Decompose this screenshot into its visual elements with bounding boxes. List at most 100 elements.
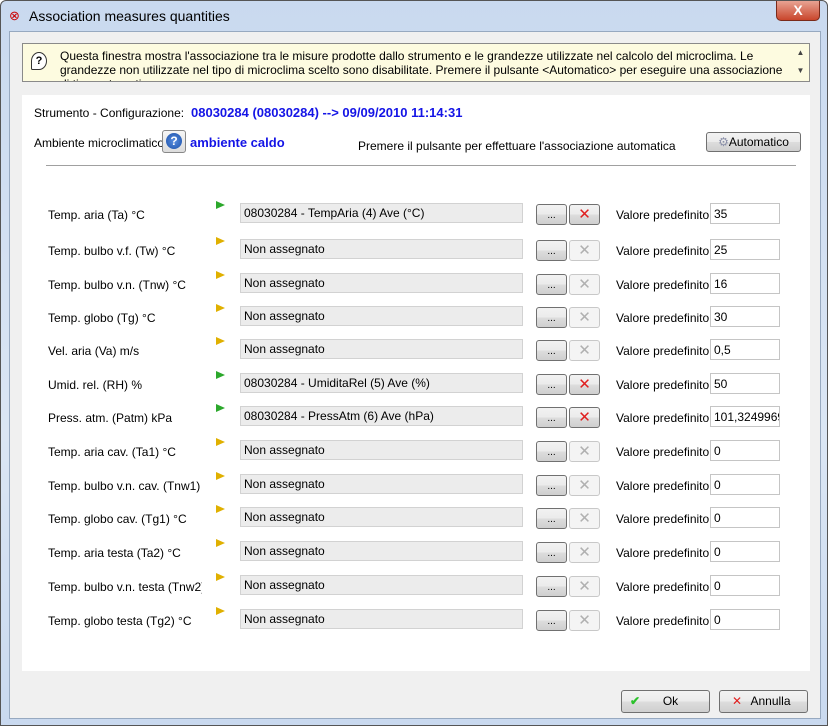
default-value-label: Valore predefinito: bbox=[616, 378, 713, 392]
green-flag-icon bbox=[216, 371, 225, 379]
remove-association-button: ✕ bbox=[569, 340, 600, 361]
quantity-row: Vel. aria (Va) m/s Non assegnato ... ✕ V… bbox=[22, 337, 810, 361]
quantity-label: Temp. globo cav. (Tg1) °C bbox=[48, 512, 187, 526]
app-icon: ⊗ bbox=[9, 8, 20, 23]
default-value-input[interactable]: 35 bbox=[710, 203, 780, 224]
remove-association-button[interactable]: ✕ bbox=[569, 204, 600, 225]
default-value-label: Valore predefinito: bbox=[616, 546, 713, 560]
remove-association-button: ✕ bbox=[569, 307, 600, 328]
quantity-row: Temp. aria cav. (Ta1) °C Non assegnato .… bbox=[22, 438, 810, 462]
browse-measure-button[interactable]: ... bbox=[536, 610, 567, 631]
remove-association-button: ✕ bbox=[569, 576, 600, 597]
default-value-input[interactable]: 16 bbox=[710, 273, 780, 294]
measure-field: 08030284 - UmiditaRel (5) Ave (%) bbox=[240, 373, 523, 393]
dialog-client: ? Questa finestra mostra l'associazione … bbox=[9, 31, 821, 719]
browse-measure-button[interactable]: ... bbox=[536, 374, 567, 395]
measure-field: Non assegnato bbox=[240, 507, 523, 527]
quantity-label: Temp. globo (Tg) °C bbox=[48, 311, 156, 325]
measure-field: 08030284 - PressAtm (6) Ave (hPa) bbox=[240, 406, 523, 426]
browse-measure-button[interactable]: ... bbox=[536, 407, 567, 428]
green-flag-icon bbox=[216, 404, 225, 412]
help-bubble-icon: ? bbox=[31, 52, 47, 70]
quantity-row: Temp. bulbo v.n. testa (Tnw2) °C Non ass… bbox=[22, 573, 810, 597]
question-icon: ? bbox=[166, 133, 182, 149]
remove-association-button: ✕ bbox=[569, 610, 600, 631]
ambient-value: ambiente caldo bbox=[190, 135, 285, 150]
browse-measure-button[interactable]: ... bbox=[536, 307, 567, 328]
info-text: Questa finestra mostra l'associazione tr… bbox=[60, 49, 783, 81]
default-value-label: Valore predefinito: bbox=[616, 244, 713, 258]
browse-measure-button[interactable]: ... bbox=[536, 274, 567, 295]
default-value-input[interactable]: 0 bbox=[710, 440, 780, 461]
default-value-input[interactable]: 25 bbox=[710, 239, 780, 260]
measure-field: Non assegnato bbox=[240, 541, 523, 561]
default-value-input[interactable]: 0 bbox=[710, 541, 780, 562]
remove-association-button[interactable]: ✕ bbox=[569, 407, 600, 428]
quantity-label: Temp. bulbo v.f. (Tw) °C bbox=[48, 244, 176, 258]
default-value-input[interactable]: 0 bbox=[710, 474, 780, 495]
default-value-label: Valore predefinito: bbox=[616, 479, 713, 493]
default-value-label: Valore predefinito: bbox=[616, 614, 713, 628]
quantity-row: Temp. globo cav. (Tg1) °C Non assegnato … bbox=[22, 505, 810, 529]
default-value-input[interactable]: 0 bbox=[710, 507, 780, 528]
default-value-label: Valore predefinito: bbox=[616, 344, 713, 358]
association-panel: Strumento - Configurazione: 08030284 (08… bbox=[22, 95, 810, 671]
quantity-row: Temp. globo testa (Tg2) °C Non assegnato… bbox=[22, 607, 810, 631]
ambient-help-button[interactable]: ? bbox=[162, 130, 186, 153]
default-value-input[interactable]: 0 bbox=[710, 609, 780, 630]
browse-measure-button[interactable]: ... bbox=[536, 441, 567, 462]
info-box: ? Questa finestra mostra l'associazione … bbox=[22, 43, 810, 82]
quantity-row: Temp. globo (Tg) °C Non assegnato ... ✕ … bbox=[22, 304, 810, 328]
yellow-flag-icon bbox=[216, 271, 225, 279]
quantity-label: Temp. aria (Ta) °C bbox=[48, 208, 145, 222]
default-value-input[interactable]: 0 bbox=[710, 575, 780, 596]
remove-association-button: ✕ bbox=[569, 475, 600, 496]
yellow-flag-icon bbox=[216, 337, 225, 345]
browse-measure-button[interactable]: ... bbox=[536, 542, 567, 563]
yellow-flag-icon bbox=[216, 472, 225, 480]
automatico-button[interactable]: ⚙Automatico bbox=[706, 132, 801, 152]
yellow-flag-icon bbox=[216, 237, 225, 245]
config-value: 08030284 (08030284) --> 09/09/2010 11:14… bbox=[191, 105, 463, 120]
info-scrollbar[interactable]: ▲ ▼ bbox=[792, 44, 809, 81]
yellow-flag-icon bbox=[216, 505, 225, 513]
measure-field: Non assegnato bbox=[240, 239, 523, 259]
quantity-label: Umid. rel. (RH) % bbox=[48, 378, 143, 392]
checkmark-icon: ✔ bbox=[630, 694, 641, 708]
default-value-label: Valore predefinito: bbox=[616, 445, 713, 459]
default-value-label: Valore predefinito: bbox=[616, 208, 713, 222]
browse-measure-button[interactable]: ... bbox=[536, 576, 567, 597]
quantity-label: Temp. globo testa (Tg2) °C bbox=[48, 614, 192, 628]
quantity-label: Temp. bulbo v.n. testa (Tnw2) °C bbox=[48, 580, 202, 594]
browse-measure-button[interactable]: ... bbox=[536, 240, 567, 261]
cancel-button[interactable]: ✕ Annulla bbox=[719, 690, 808, 713]
window-title: Association measures quantities bbox=[29, 8, 230, 24]
green-flag-icon bbox=[216, 201, 225, 209]
browse-measure-button[interactable]: ... bbox=[536, 204, 567, 225]
measure-field: Non assegnato bbox=[240, 474, 523, 494]
cancel-x-icon: ✕ bbox=[732, 694, 743, 708]
default-value-input[interactable]: 30 bbox=[710, 306, 780, 327]
browse-measure-button[interactable]: ... bbox=[536, 340, 567, 361]
default-value-input[interactable]: 50 bbox=[710, 373, 780, 394]
close-button[interactable]: X bbox=[776, 1, 820, 21]
measure-field: Non assegnato bbox=[240, 339, 523, 359]
default-value-input[interactable]: 0,5 bbox=[710, 339, 780, 360]
yellow-flag-icon bbox=[216, 573, 225, 581]
separator bbox=[46, 165, 796, 166]
quantity-row: Temp. bulbo v.f. (Tw) °C Non assegnato .… bbox=[22, 237, 810, 261]
measure-field: 08030284 - TempAria (4) Ave (°C) bbox=[240, 203, 523, 223]
remove-association-button: ✕ bbox=[569, 542, 600, 563]
dialog-window: ⊗ Association measures quantities X ? Qu… bbox=[0, 0, 828, 726]
quantity-row: Press. atm. (Patm) kPa 08030284 - PressA… bbox=[22, 404, 810, 428]
ok-button[interactable]: ✔ Ok bbox=[621, 690, 710, 713]
default-value-input[interactable]: 101,3249969 bbox=[710, 406, 780, 427]
default-value-label: Valore predefinito: bbox=[616, 311, 713, 325]
measure-field: Non assegnato bbox=[240, 273, 523, 293]
remove-association-button: ✕ bbox=[569, 508, 600, 529]
remove-association-button[interactable]: ✕ bbox=[569, 374, 600, 395]
browse-measure-button[interactable]: ... bbox=[536, 508, 567, 529]
remove-association-button: ✕ bbox=[569, 240, 600, 261]
browse-measure-button[interactable]: ... bbox=[536, 475, 567, 496]
quantity-label: Temp. aria cav. (Ta1) °C bbox=[48, 445, 176, 459]
